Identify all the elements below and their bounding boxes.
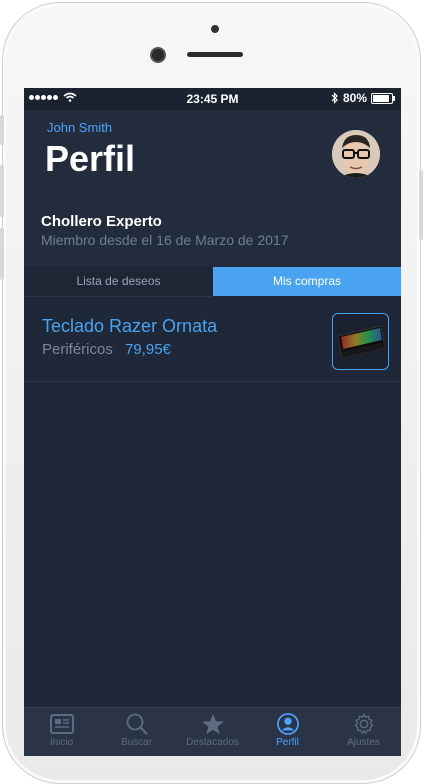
page-title: Perfil — [45, 138, 136, 179]
tabbar-item-buscar[interactable]: Buscar — [99, 708, 174, 756]
user-rank: Chollero Experto — [41, 213, 162, 230]
front-camera — [150, 47, 166, 63]
battery-percent: 80% — [342, 91, 367, 105]
tabbar-label: Inicio — [49, 737, 74, 748]
battery-icon — [371, 92, 395, 104]
bluetooth-icon — [331, 92, 338, 104]
tabbar-item-destacados[interactable]: Destacados — [175, 708, 250, 756]
mute-switch — [0, 115, 4, 145]
volume-down-button — [0, 228, 4, 280]
tab-wishlist[interactable]: Lista de deseos — [24, 267, 213, 297]
tabbar-label: Ajustes — [347, 737, 380, 748]
app-screen: 23:45 PM 80% John Smith Perfil Chollero — [24, 88, 401, 756]
tabbar-item-ajustes[interactable]: Ajustes — [326, 708, 401, 756]
volume-up-button — [0, 165, 4, 217]
keyboard-icon — [337, 325, 386, 359]
product-title[interactable]: Teclado Razer Ornata — [42, 316, 217, 337]
star-icon — [201, 713, 224, 735]
profile-header: John Smith Perfil Chollero Experto Miemb… — [24, 110, 401, 267]
gear-icon — [353, 713, 374, 735]
member-since: Miembro desde el 16 de Marzo de 2017 — [41, 232, 289, 248]
tabbar-label: Buscar — [120, 737, 153, 748]
list-item[interactable]: Teclado Razer Ornata Periféricos 79,95€ — [24, 306, 401, 382]
front-sensor — [211, 25, 219, 33]
tabbar-label: Perfil — [276, 737, 299, 748]
tabbar-item-perfil[interactable]: Perfil — [250, 708, 325, 756]
product-category: Periféricos — [42, 341, 113, 358]
avatar[interactable] — [332, 130, 380, 178]
tab-purchases[interactable]: Mis compras — [213, 267, 401, 296]
earpiece-speaker — [187, 52, 243, 57]
tabbar-item-inicio[interactable]: Inicio — [24, 708, 99, 756]
search-icon — [126, 713, 148, 735]
user-icon — [276, 713, 299, 735]
bottom-tab-bar: Inicio Buscar Destacados Perfil Ajustes — [24, 707, 401, 756]
username[interactable]: John Smith — [47, 120, 112, 135]
segmented-tabs: Lista de deseos Mis compras — [24, 267, 401, 297]
product-thumbnail[interactable] — [332, 313, 389, 370]
product-price: 79,95€ — [125, 341, 171, 358]
news-icon — [49, 714, 74, 734]
power-button — [419, 170, 423, 240]
tabbar-label: Destacados — [186, 737, 239, 748]
status-bar: 23:45 PM 80% — [24, 88, 401, 110]
